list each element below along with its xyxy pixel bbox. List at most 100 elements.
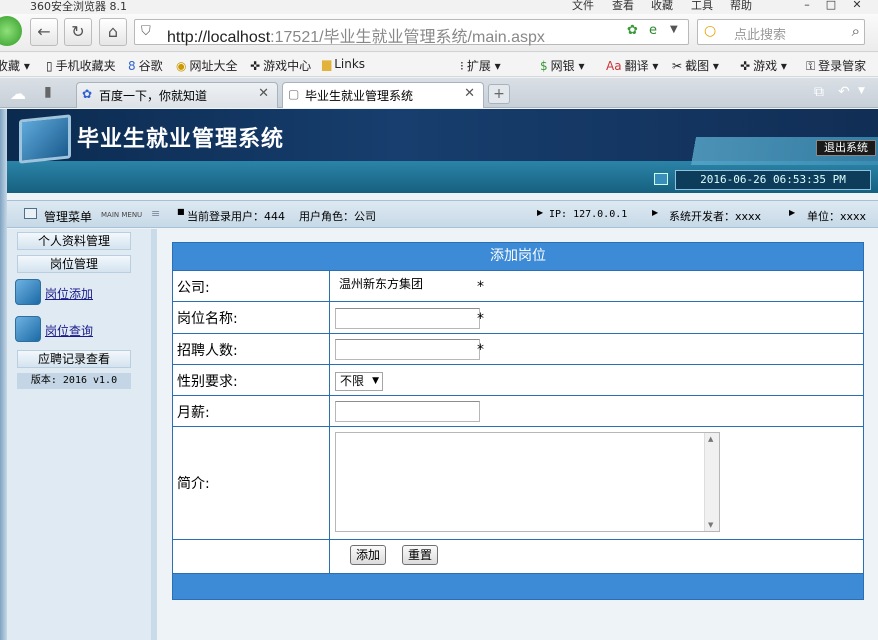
scroll-down-icon[interactable]: ▼: [708, 521, 713, 529]
form-row-headcount: 招聘人数: *: [173, 333, 863, 364]
form-row-actions: 添加 重置: [173, 539, 863, 573]
job-name-input[interactable]: [335, 308, 480, 329]
datetime-display: 2016-06-26 06:53:35 PM: [675, 170, 871, 190]
required-mark: *: [477, 342, 484, 358]
menu-help[interactable]: 帮助: [730, 0, 752, 13]
tab-baidu[interactable]: ✿ 百度一下，你就知道 ✕: [76, 82, 278, 108]
toolbar-login-manager[interactable]: ⚿ 登录管家: [806, 57, 866, 74]
sidebar-item-label[interactable]: 岗位添加: [45, 285, 93, 302]
add-job-icon: [15, 279, 41, 305]
unit: 单位：xxxx: [807, 210, 867, 223]
menu-tools[interactable]: 工具: [691, 0, 713, 13]
restore-tabs-icon[interactable]: ⧉: [814, 84, 824, 100]
sidebar-toggle-icon[interactable]: ▮: [44, 84, 52, 100]
sidebar-item-add-job[interactable]: 岗位添加: [15, 279, 135, 311]
row-divider: [329, 302, 330, 333]
phone-icon: ▯: [46, 59, 53, 73]
bookmark-site-nav[interactable]: ◉ 网址大全: [176, 57, 238, 74]
google-icon: 8: [128, 59, 136, 73]
sidebar-group-applications[interactable]: 应聘记录查看: [17, 350, 131, 368]
salary-input[interactable]: [335, 401, 480, 422]
reset-button[interactable]: 重置: [402, 545, 439, 565]
close-tab-icon[interactable]: ✕: [464, 86, 475, 101]
address-toolbar: ← ↻ ⌂ ⛉ http://localhost:17521/毕业生就业管理系统…: [0, 14, 878, 52]
tab-menu-icon[interactable]: ▼: [858, 86, 865, 96]
menu-file[interactable]: 文件: [572, 0, 594, 13]
maximize-icon[interactable]: □: [822, 0, 840, 11]
calendar-icon: [654, 173, 668, 185]
toolbar-extensions[interactable]: ⁝ 扩展 ▾: [460, 57, 501, 74]
search-input[interactable]: 点此搜索: [734, 24, 786, 43]
job-name-label: 岗位名称:: [177, 311, 238, 327]
toolbar-translate[interactable]: Aa 翻译 ▾: [606, 57, 658, 74]
sidebar-group-jobs[interactable]: 岗位管理: [17, 255, 131, 273]
ie-mode-icon[interactable]: e: [649, 23, 657, 38]
ip-address: IP: 127.0.0.1: [549, 209, 628, 220]
headcount-label: 招聘人数:: [177, 343, 238, 359]
cloud-icon[interactable]: ☁: [10, 84, 26, 103]
search-icon[interactable]: ⌕: [852, 22, 860, 40]
menu-sublabel: MAIN MENU: [101, 211, 143, 219]
scissors-icon: ✂: [672, 59, 683, 73]
gamepad-icon: ✜: [250, 59, 261, 73]
minimize-icon[interactable]: –: [798, 0, 816, 11]
headcount-input[interactable]: [335, 339, 480, 360]
chevron-down-icon: ▼: [372, 376, 379, 386]
salary-label: 月薪:: [177, 405, 210, 421]
paw-icon: ✿: [82, 87, 93, 101]
info-bar: 管理菜单 MAIN MENU ≡ ■ 当前登录用户：444 用户角色：公司 ▶ …: [7, 200, 878, 228]
window-title: 360安全浏览器 8.1: [30, 0, 127, 13]
gender-label: 性别要求:: [177, 374, 238, 390]
home-icon[interactable]: ⌂: [99, 18, 127, 46]
bullet-icon: ■: [177, 207, 185, 216]
bookmark-google[interactable]: 8 谷歌: [128, 57, 163, 74]
site-nav-icon: ◉: [176, 59, 187, 73]
back-icon[interactable]: ←: [30, 18, 58, 46]
bookmark-mobile[interactable]: ▯ 手机收藏夹: [46, 57, 116, 74]
window-title-bar: 360安全浏览器 8.1 文件 查看 收藏 工具 帮助 – □ ✕: [0, 0, 878, 14]
speed-icon[interactable]: ✿: [627, 23, 638, 38]
sidebar-group-profile[interactable]: 个人资料管理: [17, 232, 131, 250]
menu-view[interactable]: 查看: [612, 0, 634, 13]
extensions-icon: ⁝: [460, 59, 464, 73]
intro-label: 简介:: [177, 476, 210, 492]
undo-close-icon[interactable]: ↶: [838, 84, 850, 100]
new-tab-icon[interactable]: +: [488, 84, 510, 104]
scroll-up-icon[interactable]: ▲: [708, 435, 713, 443]
add-button[interactable]: 添加: [350, 545, 387, 565]
bookmark-games[interactable]: ✜ 游戏中心: [250, 57, 311, 74]
row-divider: [329, 540, 330, 573]
sidebar-item-label[interactable]: 岗位查询: [45, 322, 93, 339]
gender-select[interactable]: 不限 ▼: [335, 372, 383, 391]
required-mark: *: [477, 311, 484, 327]
toolbar-games[interactable]: ✜ 游戏 ▾: [740, 57, 787, 74]
close-window-icon[interactable]: ✕: [848, 0, 866, 11]
url-field[interactable]: ⛉ http://localhost:17521/毕业生就业管理系统/main.…: [134, 19, 689, 46]
search-box[interactable]: ○ 点此搜索 ⌕: [697, 19, 865, 45]
menu-icon: [24, 208, 37, 219]
tab-app[interactable]: ▢ 毕业生就业管理系统 ✕: [282, 82, 484, 108]
gear-icon: [15, 316, 41, 342]
bookmark-links[interactable]: ▆ Links: [322, 57, 365, 71]
close-tab-icon[interactable]: ✕: [258, 86, 269, 101]
textarea-scrollbar[interactable]: ▲ ▼: [704, 433, 719, 531]
banking-icon: $: [540, 59, 548, 73]
refresh-icon[interactable]: ↻: [64, 18, 92, 46]
folder-icon: ▆: [322, 57, 332, 71]
row-divider: [329, 365, 330, 395]
divider-icon: ≡: [151, 207, 161, 220]
logout-button[interactable]: 退出系统: [816, 140, 876, 156]
toolbar-screenshot[interactable]: ✂ 截图 ▾: [672, 57, 719, 74]
intro-textarea[interactable]: ▲ ▼: [335, 432, 720, 532]
company-label: 公司:: [177, 280, 210, 296]
left-frame-border: [0, 109, 7, 640]
bookmark-favorites[interactable]: 收藏 ▾: [0, 57, 30, 74]
search-engine-icon[interactable]: ○: [704, 23, 716, 39]
sidebar-item-query-job[interactable]: 岗位查询: [15, 316, 135, 348]
row-divider: [329, 427, 330, 539]
current-user: 当前登录用户：444: [187, 210, 285, 223]
menu-favorites[interactable]: 收藏: [651, 0, 673, 13]
sidebar: 个人资料管理 岗位管理 岗位添加 岗位查询 应聘记录查看 版本: 2016 v1…: [7, 229, 157, 640]
url-dropdown-icon[interactable]: ▼: [670, 24, 678, 35]
toolbar-banking[interactable]: $ 网银 ▾: [540, 57, 585, 74]
